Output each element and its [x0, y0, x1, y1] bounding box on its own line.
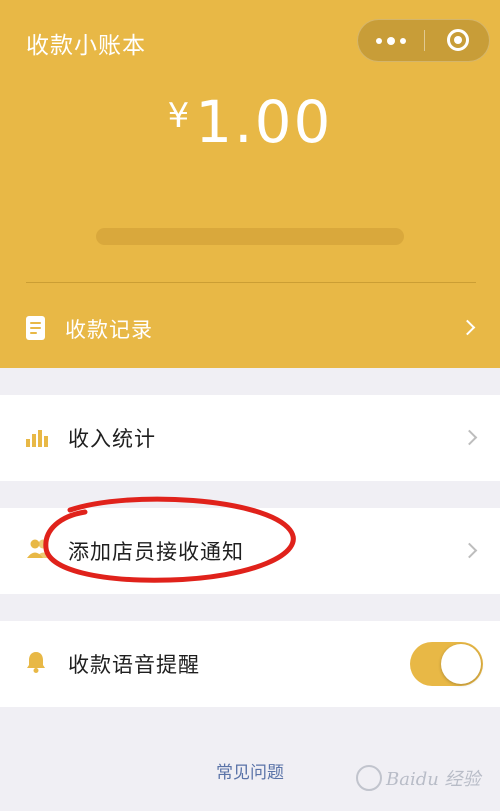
amount-value: 1.00 [195, 88, 333, 156]
records-label: 收款记录 [65, 318, 153, 342]
add-clerk-row[interactable]: 添加店员接收通知 [0, 508, 500, 594]
bar-chart-icon [26, 425, 48, 447]
toggle-knob [441, 644, 481, 684]
paw-icon [356, 765, 382, 791]
document-icon [26, 316, 45, 340]
header-panel: 收款小账本 ¥1.00 收款记录 [0, 0, 500, 368]
chevron-right-icon [461, 429, 478, 446]
close-target-icon[interactable] [447, 29, 469, 51]
income-stats-row[interactable]: 收入统计 [0, 395, 500, 481]
baidu-watermark: Baidu 经验 [356, 758, 496, 798]
records-row[interactable]: 收款记录 [0, 300, 500, 356]
voice-reminder-label: 收款语音提醒 [68, 653, 200, 677]
app-title: 收款小账本 [26, 33, 146, 59]
more-icon[interactable] [358, 20, 424, 61]
chevron-right-icon [461, 542, 478, 559]
currency-symbol: ¥ [167, 96, 190, 136]
mini-program-capsule [357, 19, 490, 62]
voice-reminder-row: 收款语音提醒 [0, 621, 500, 707]
watermark-text: Baidu 经验 [386, 769, 481, 790]
voice-reminder-toggle[interactable] [410, 642, 483, 686]
chevron-right-icon [459, 319, 476, 336]
income-stats-label: 收入统计 [68, 427, 156, 451]
header-divider [26, 282, 476, 283]
clerks-icon [27, 539, 51, 558]
capsule-divider [424, 30, 425, 51]
bell-icon [27, 652, 45, 673]
qr-placeholder-bar [96, 228, 404, 245]
amount-display: ¥1.00 [0, 88, 500, 156]
add-clerk-label: 添加店员接收通知 [68, 540, 244, 564]
